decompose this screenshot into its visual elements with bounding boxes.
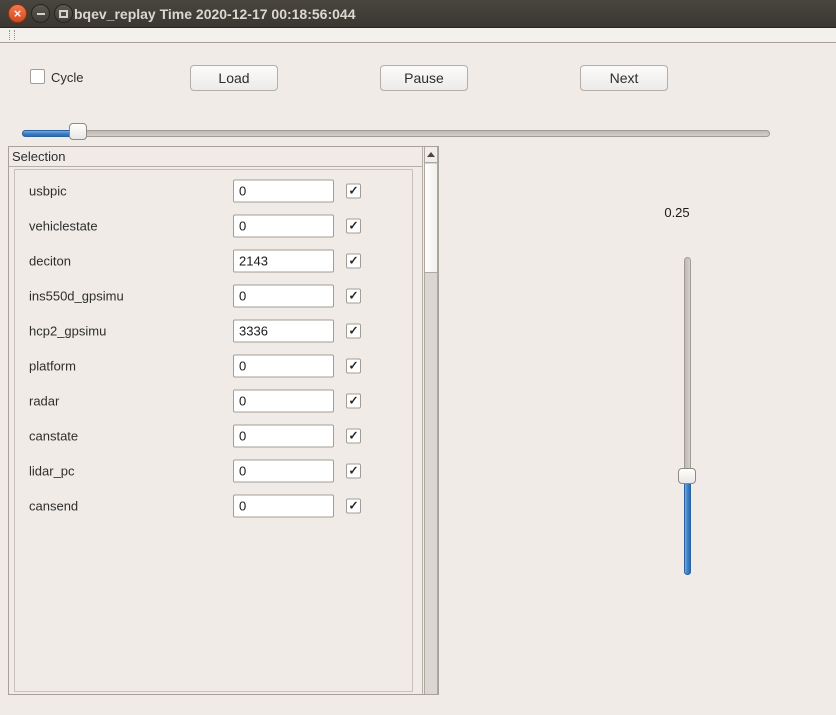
speed-slider-fill [684,477,691,575]
check-icon: ✓ [348,254,358,266]
check-icon: ✓ [348,324,358,336]
selection-row: cansend ✓ [15,488,412,523]
signal-checkbox[interactable]: ✓ [346,428,361,443]
toolbar [0,28,836,43]
selection-scrollbar[interactable] [424,147,438,694]
groupbox-border [422,147,423,694]
signal-label: platform [29,358,76,373]
selection-row: deciton ✓ [15,243,412,278]
selection-row: vehiclestate ✓ [15,208,412,243]
check-icon: ✓ [348,184,358,196]
selection-row: lidar_pc ✓ [15,453,412,488]
count-input[interactable] [233,494,334,517]
signal-label: cansend [29,498,78,513]
selection-row: canstate ✓ [15,418,412,453]
signal-checkbox[interactable]: ✓ [346,288,361,303]
selection-row: platform ✓ [15,348,412,383]
count-input[interactable] [233,319,334,342]
maximize-button[interactable] [54,4,73,23]
scrollbar-up-button[interactable] [425,147,437,163]
count-input[interactable] [233,249,334,272]
app-window: × bqev_replay Time 2020-12-17 00:18:56:0… [0,0,836,715]
count-input[interactable] [233,214,334,237]
count-input[interactable] [233,354,334,377]
selection-scrollarea: Selection usbpic ✓ vehiclestate ✓ decito… [8,146,439,695]
timeline-slider-handle[interactable] [69,123,87,140]
signal-checkbox[interactable]: ✓ [346,183,361,198]
selection-row: radar ✓ [15,383,412,418]
check-icon: ✓ [348,464,358,476]
signal-label: canstate [29,428,78,443]
signal-label: vehiclestate [29,218,98,233]
check-icon: ✓ [348,429,358,441]
selection-frame: usbpic ✓ vehiclestate ✓ deciton ✓ ins550… [14,169,413,692]
arrow-up-icon [427,152,435,157]
selection-row: ins550d_gpsimu ✓ [15,278,412,313]
window-title: bqev_replay Time 2020-12-17 00:18:56:044 [74,0,355,28]
count-input[interactable] [233,389,334,412]
signal-label: ins550d_gpsimu [29,288,124,303]
signal-label: radar [29,393,59,408]
pause-button[interactable]: Pause [380,65,468,91]
signal-checkbox[interactable]: ✓ [346,393,361,408]
toolbar-drag-handle-icon[interactable] [9,30,15,40]
groupbox-border [9,166,423,167]
signal-checkbox[interactable]: ✓ [346,218,361,233]
timeline-slider-track[interactable] [22,130,770,137]
check-icon: ✓ [348,289,358,301]
signal-checkbox[interactable]: ✓ [346,463,361,478]
minimize-icon [37,13,45,15]
signal-label: lidar_pc [29,463,75,478]
count-input[interactable] [233,179,334,202]
selection-group-title: Selection [12,149,65,164]
close-button[interactable]: × [8,4,27,23]
check-icon: ✓ [348,394,358,406]
check-icon: ✓ [348,219,358,231]
count-input[interactable] [233,459,334,482]
selection-row: usbpic ✓ [15,173,412,208]
load-button[interactable]: Load [190,65,278,91]
signal-label: hcp2_gpsimu [29,323,106,338]
scrollbar-thumb[interactable] [425,164,437,273]
selection-row: hcp2_gpsimu ✓ [15,313,412,348]
next-button[interactable]: Next [580,65,668,91]
check-icon: ✓ [348,499,358,511]
signal-label: usbpic [29,183,67,198]
maximize-icon [59,10,68,18]
check-icon: ✓ [348,359,358,371]
speed-slider-handle[interactable] [678,468,696,484]
count-input[interactable] [233,284,334,307]
count-input[interactable] [233,424,334,447]
titlebar[interactable]: × bqev_replay Time 2020-12-17 00:18:56:0… [0,0,836,28]
speed-value-label: 0.25 [655,205,699,220]
cycle-checkbox[interactable] [30,69,45,84]
cycle-label: Cycle [51,70,84,85]
signal-checkbox[interactable]: ✓ [346,358,361,373]
close-icon: × [14,7,22,20]
signal-checkbox[interactable]: ✓ [346,323,361,338]
signal-checkbox[interactable]: ✓ [346,253,361,268]
minimize-button[interactable] [31,4,50,23]
signal-label: deciton [29,253,71,268]
signal-checkbox[interactable]: ✓ [346,498,361,513]
